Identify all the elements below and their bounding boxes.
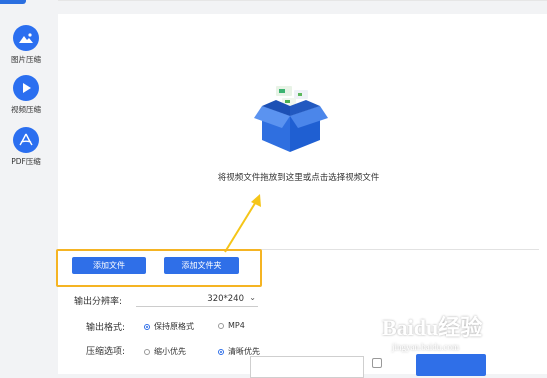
- chevron-down-icon: ⌄: [249, 293, 256, 302]
- bottom-checkbox[interactable]: [372, 358, 382, 368]
- add-file-button[interactable]: 添加文件: [72, 257, 146, 274]
- sidebar: 图片压缩 视频压缩 PDF压缩: [0, 0, 52, 374]
- resolution-select[interactable]: 320*240 ⌄: [136, 293, 258, 307]
- top-tab-indicator: [0, 0, 26, 4]
- radio-selected-icon: [218, 348, 224, 355]
- compress-option-size[interactable]: 缩小优先: [144, 346, 186, 357]
- open-box-icon: [254, 84, 328, 160]
- watermark-brand: Baidu经验: [382, 315, 483, 340]
- radio-unselected-icon: [144, 348, 150, 355]
- resolution-value: 320*240: [207, 294, 244, 304]
- sidebar-item-label: 视频压缩: [11, 105, 41, 114]
- format-option-mp4[interactable]: MP4: [218, 321, 245, 330]
- format-option-keep[interactable]: 保持原格式: [144, 321, 194, 332]
- window-top-border: [58, 0, 547, 1]
- output-path-input[interactable]: [250, 356, 364, 378]
- image-icon: [13, 25, 39, 51]
- baidu-watermark: Baidu经验 jingyan.baidu.com: [382, 310, 522, 360]
- sidebar-item-image-compress[interactable]: 图片压缩: [0, 25, 52, 65]
- format-option-label: 保持原格式: [154, 322, 194, 331]
- sidebar-item-video-compress[interactable]: 视频压缩: [0, 75, 52, 115]
- play-icon: [13, 75, 39, 101]
- compress-label: 压缩选项:: [86, 347, 126, 357]
- radio-selected-icon: [144, 323, 150, 330]
- pdf-icon: [13, 127, 39, 153]
- sidebar-item-label: 图片压缩: [11, 55, 41, 64]
- watermark-sub: jingyan.baidu.com: [392, 342, 459, 352]
- compress-option-label: 缩小优先: [154, 347, 186, 356]
- radio-unselected-icon: [218, 322, 224, 329]
- sidebar-item-pdf-compress[interactable]: PDF压缩: [0, 127, 52, 167]
- video-drop-zone[interactable]: 将视频文件拖放到这里或点击选择视频文件: [58, 14, 539, 253]
- drop-hint-text: 将视频文件拖放到这里或点击选择视频文件: [217, 173, 380, 183]
- resolution-label: 输出分辨率:: [74, 297, 123, 307]
- format-option-label: MP4: [228, 321, 245, 330]
- add-folder-button[interactable]: 添加文件夹: [164, 257, 239, 274]
- format-label: 输出格式:: [86, 323, 126, 333]
- sidebar-item-label: PDF压缩: [11, 157, 41, 166]
